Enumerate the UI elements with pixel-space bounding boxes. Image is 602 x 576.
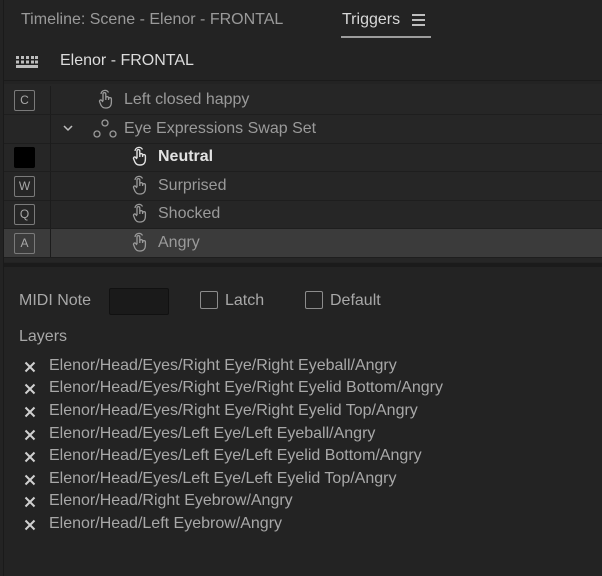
key-column bbox=[4, 143, 51, 171]
tab-bar: Timeline: Scene - Elenor - FRONTAL Trigg… bbox=[4, 0, 602, 42]
trigger-hand-icon bbox=[98, 89, 113, 109]
puppet-title: Elenor - FRONTAL bbox=[60, 52, 194, 69]
triggers-panel: Timeline: Scene - Elenor - FRONTAL Trigg… bbox=[3, 0, 602, 576]
swap-set-row[interactable]: Eye Expressions Swap Set bbox=[4, 115, 602, 144]
chevron-down-icon[interactable] bbox=[62, 123, 74, 133]
panel-divider[interactable] bbox=[4, 263, 602, 267]
trigger-label: Angry bbox=[158, 234, 200, 251]
remove-layer-icon[interactable] bbox=[24, 361, 36, 373]
remove-layer-icon[interactable] bbox=[24, 496, 36, 508]
remove-layer-icon[interactable] bbox=[24, 451, 36, 463]
layer-path: Elenor/Head/Right Eyebrow/Angry bbox=[49, 492, 293, 509]
key-column: W bbox=[4, 172, 51, 200]
trigger-row[interactable]: W Surprised bbox=[4, 172, 602, 201]
trigger-label: Shocked bbox=[158, 205, 221, 222]
trigger-header: Elenor - FRONTAL bbox=[4, 42, 602, 81]
trigger-row[interactable]: C Left closed happy bbox=[4, 86, 602, 115]
trigger-hand-icon bbox=[132, 146, 147, 166]
trigger-row-selected[interactable]: A Angry bbox=[4, 229, 602, 258]
key-column: A bbox=[4, 229, 51, 257]
trigger-list: C Left closed happy Eye Expressions Swap… bbox=[4, 84, 602, 262]
layer-path: Elenor/Head/Eyes/Left Eye/Left Eyeball/A… bbox=[49, 425, 376, 442]
trigger-row[interactable]: Neutral bbox=[4, 143, 602, 172]
remove-layer-icon[interactable] bbox=[24, 474, 36, 486]
trigger-hand-icon bbox=[132, 203, 147, 223]
trigger-key-box[interactable]: Q bbox=[14, 204, 35, 225]
remove-layer-icon[interactable] bbox=[24, 429, 36, 441]
trigger-hand-icon bbox=[132, 175, 147, 195]
key-column: C bbox=[4, 86, 51, 114]
trigger-label: Surprised bbox=[158, 177, 227, 194]
trigger-row[interactable]: Q Shocked bbox=[4, 200, 602, 229]
swap-set-label: Eye Expressions Swap Set bbox=[124, 120, 317, 137]
trigger-hand-icon bbox=[132, 232, 147, 252]
key-column: Q bbox=[4, 200, 51, 228]
layer-path: Elenor/Head/Eyes/Left Eye/Left Eyelid Bo… bbox=[49, 447, 422, 464]
trigger-key-box[interactable]: A bbox=[14, 233, 35, 254]
trigger-label: Neutral bbox=[158, 148, 214, 165]
tab-triggers[interactable]: Triggers bbox=[342, 11, 400, 29]
default-checkbox[interactable] bbox=[305, 291, 323, 309]
keyboard-icon[interactable] bbox=[16, 56, 38, 68]
latch-checkbox[interactable] bbox=[200, 291, 218, 309]
layer-path: Elenor/Head/Eyes/Right Eye/Right Eyeball… bbox=[49, 357, 397, 374]
trigger-key-box[interactable] bbox=[14, 147, 35, 168]
panel-menu-icon[interactable] bbox=[412, 14, 425, 26]
active-tab-indicator bbox=[341, 36, 431, 38]
midi-note-input[interactable] bbox=[109, 288, 169, 315]
key-column bbox=[4, 115, 51, 143]
tab-timeline[interactable]: Timeline: Scene - Elenor - FRONTAL bbox=[21, 11, 283, 29]
layer-path: Elenor/Head/Eyes/Right Eye/Right Eyelid … bbox=[49, 402, 418, 419]
trigger-label: Left closed happy bbox=[124, 91, 250, 108]
trigger-key-box[interactable]: W bbox=[14, 176, 35, 197]
layers-title: Layers bbox=[19, 328, 68, 345]
remove-layer-icon[interactable] bbox=[24, 519, 36, 531]
layer-path: Elenor/Head/Eyes/Left Eye/Left Eyelid To… bbox=[49, 470, 397, 487]
latch-label: Latch bbox=[225, 292, 265, 309]
remove-layer-icon[interactable] bbox=[24, 383, 36, 395]
default-label: Default bbox=[330, 292, 381, 309]
midi-note-label: MIDI Note bbox=[19, 292, 92, 309]
layer-path: Elenor/Head/Left Eyebrow/Angry bbox=[49, 515, 283, 532]
trigger-key-box[interactable]: C bbox=[14, 90, 35, 111]
remove-layer-icon[interactable] bbox=[24, 406, 36, 418]
swap-set-icon bbox=[93, 119, 117, 138]
layer-path: Elenor/Head/Eyes/Right Eye/Right Eyelid … bbox=[49, 379, 443, 396]
